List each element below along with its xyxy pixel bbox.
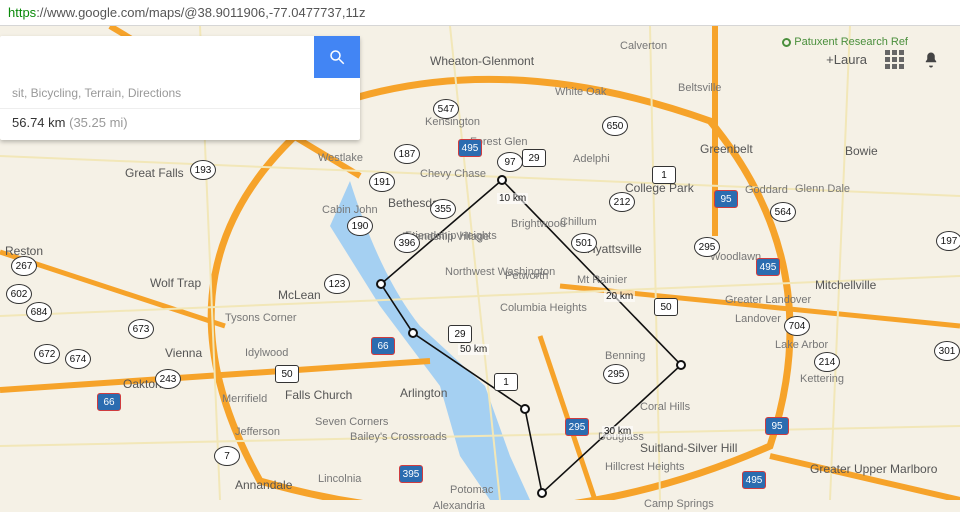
search-icon xyxy=(328,48,346,66)
search-panel: sit, Bicycling, Terrain, Directions 56.7… xyxy=(0,36,360,140)
search-suggestion-row[interactable]: sit, Bicycling, Terrain, Directions xyxy=(0,78,360,108)
measure-vertex[interactable] xyxy=(408,328,418,338)
measure-vertex[interactable] xyxy=(520,404,530,414)
measure-tick-label: 50 km xyxy=(458,344,489,355)
url-scheme: https xyxy=(8,5,36,20)
city-label: Alexandria xyxy=(433,500,485,512)
measure-vertex[interactable] xyxy=(497,175,507,185)
measure-tick-label: 30 km xyxy=(602,426,633,437)
user-link[interactable]: +Laura xyxy=(826,52,867,67)
apps-icon[interactable] xyxy=(885,50,904,69)
measure-tick-label: 20 km xyxy=(604,291,635,302)
bell-icon[interactable] xyxy=(922,51,940,69)
url-rest: ://www.google.com/maps/@38.9011906,-77.0… xyxy=(36,5,365,20)
patuxent-link[interactable]: Patuxent Research Ref xyxy=(782,36,908,48)
search-input[interactable] xyxy=(0,49,314,66)
measure-vertex[interactable] xyxy=(376,279,386,289)
measure-tick-label: 10 km xyxy=(497,193,528,204)
measure-vertex[interactable] xyxy=(676,360,686,370)
poi-icon xyxy=(782,38,791,47)
search-button[interactable] xyxy=(314,36,360,78)
measure-vertex[interactable] xyxy=(537,488,547,498)
browser-url-bar[interactable]: https ://www.google.com/maps/@38.9011906… xyxy=(0,0,960,26)
distance-readout: 56.74 km (35.25 mi) xyxy=(0,108,360,140)
account-strip: +Laura xyxy=(826,50,940,69)
